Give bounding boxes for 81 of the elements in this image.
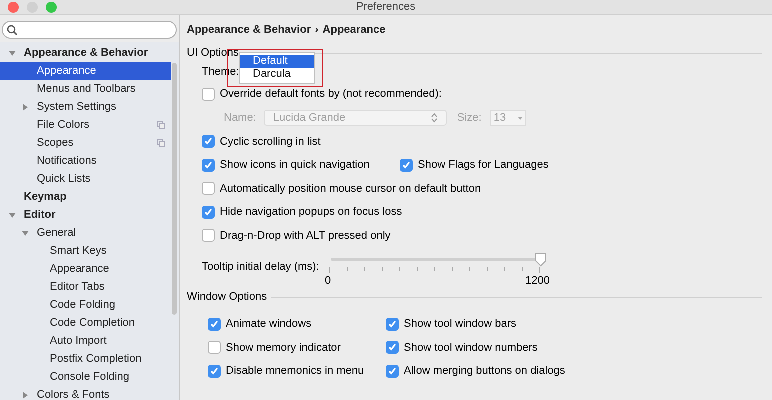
size-label: Size: (457, 110, 482, 126)
sidebar-item[interactable]: System Settings (0, 98, 171, 116)
checkmark-icon (402, 160, 411, 170)
checkmark-icon (388, 343, 397, 352)
checkbox[interactable] (202, 229, 215, 242)
close-button[interactable] (8, 2, 19, 12)
sidebar-item[interactable]: Editor Tabs (0, 278, 171, 296)
checkbox[interactable] (386, 341, 399, 354)
search-icon (7, 24, 18, 36)
theme-popup[interactable]: Default Darcula (239, 52, 315, 84)
window-title: Preferences (356, 0, 416, 15)
sidebar-item[interactable]: Colors & Fonts (0, 386, 171, 400)
expanded-arrow-icon[interactable] (22, 230, 29, 236)
zoom-button[interactable] (46, 2, 57, 12)
sidebar-item[interactable]: Code Folding (0, 296, 171, 314)
sidebar-item[interactable]: Appearance & Behavior (0, 44, 171, 62)
breadcrumb-item: Appearance (322, 22, 386, 38)
expanded-arrow-icon[interactable] (9, 212, 16, 218)
checkbox-label: Animate windows (226, 317, 312, 332)
name-label: Name: (224, 110, 256, 126)
collapsed-arrow-icon[interactable] (22, 104, 29, 110)
checkbox[interactable] (202, 206, 215, 219)
section-title: Window Options (187, 290, 268, 306)
sidebar-item[interactable]: Smart Keys (0, 242, 171, 260)
checkbox-label: Automatically position mouse cursor on default button (220, 182, 482, 196)
breadcrumb-item: Appearance & Behavior (187, 22, 312, 38)
checkbox-label: Hide navigation popups on focus loss (220, 205, 402, 220)
checkmark-icon (204, 160, 213, 170)
sidebar-item[interactable]: Menus and Toolbars (0, 80, 171, 98)
sidebar-item[interactable]: Notifications (0, 152, 171, 170)
slider-min-label: 0 (325, 274, 332, 288)
checkbox-label: Allow merging buttons on dialogs (404, 364, 566, 379)
caret-icon (514, 111, 525, 125)
search-field[interactable] (2, 21, 177, 39)
checkbox[interactable] (202, 135, 215, 148)
checkmark-icon (204, 137, 213, 146)
checkbox[interactable] (386, 318, 399, 331)
sidebar-item[interactable]: Postfix Completion (0, 350, 171, 368)
sidebar-item[interactable]: Console Folding (0, 368, 171, 386)
slider-max-label: 1200 (526, 274, 550, 288)
checkbox-label: Show tool window bars (404, 317, 517, 332)
checkbox[interactable] (386, 364, 399, 378)
theme-option[interactable]: Default (240, 55, 314, 68)
checkmark-icon (388, 320, 397, 329)
scrollbar[interactable] (172, 63, 177, 315)
sidebar-item[interactable]: Editor (0, 206, 171, 224)
expanded-arrow-icon[interactable] (9, 50, 16, 56)
checkbox[interactable] (202, 158, 215, 172)
theme-option[interactable]: Darcula (240, 68, 314, 81)
tooltip-delay-label: Tooltip initial delay (ms): (201, 260, 320, 274)
sidebar-item[interactable]: Quick Lists (0, 170, 171, 188)
sidebar-item[interactable]: Code Completion (0, 314, 171, 332)
sidebar-item[interactable]: Auto Import (0, 332, 171, 350)
checkbox-label: Drag-n-Drop with ALT pressed only (220, 228, 391, 244)
sidebar-item[interactable]: Appearance (0, 260, 171, 278)
checkbox[interactable] (202, 88, 215, 101)
sidebar-item[interactable]: Appearance (0, 62, 171, 80)
checkbox[interactable] (208, 318, 221, 331)
checkmark-icon (210, 320, 219, 329)
checkbox[interactable] (208, 364, 221, 378)
sidebar-item[interactable]: Scopes (0, 134, 171, 152)
checkmark-icon (388, 366, 397, 376)
sidebar-item[interactable]: File Colors (0, 116, 171, 134)
updown-icon (431, 113, 438, 123)
checkbox-label: Disable mnemonics in menu (226, 364, 364, 379)
checkbox[interactable] (400, 158, 413, 172)
sidebar-item[interactable]: Keymap (0, 188, 171, 206)
checkmark-icon (210, 366, 219, 376)
checkbox-label: Override default fonts by (not recommended): (220, 87, 442, 102)
collapsed-arrow-icon[interactable] (22, 392, 29, 398)
checkbox-label: Cyclic scrolling in list (220, 134, 321, 150)
checkbox-label: Show tool window numbers (404, 340, 538, 356)
sidebar-item[interactable]: General (0, 224, 171, 242)
checkbox-label: Show memory indicator (226, 340, 341, 356)
checkbox-label: Show icons in quick navigation (220, 158, 370, 173)
checkbox[interactable] (208, 341, 221, 354)
checkmark-icon (204, 208, 213, 217)
checkbox-label: Show Flags for Languages (418, 158, 549, 173)
slider-thumb[interactable] (535, 252, 547, 266)
breadcrumb-item: › (315, 22, 319, 38)
checkbox[interactable] (202, 182, 215, 196)
